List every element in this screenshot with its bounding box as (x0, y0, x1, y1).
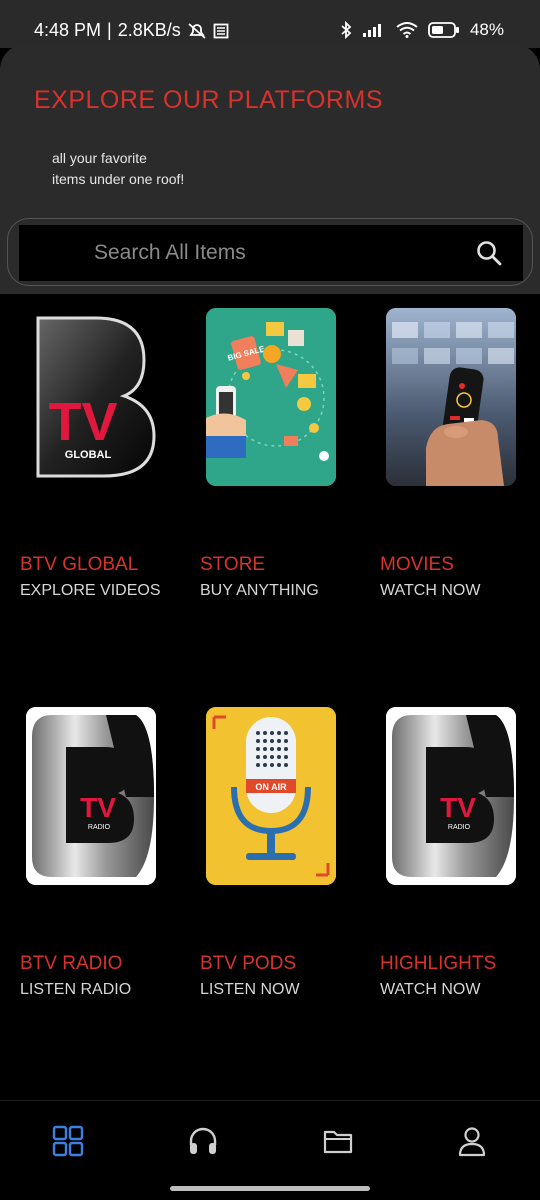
nav-home-button[interactable] (48, 1123, 88, 1163)
status-speed: 2.8KB/s (117, 20, 181, 40)
tile-title: MOVIES (380, 554, 454, 575)
tile-subtitle: EXPLORE VIDEOS (20, 582, 161, 599)
wifi-icon (396, 22, 418, 38)
on-air-label: ON AIR (255, 782, 287, 792)
signal-icon (362, 22, 386, 38)
home-indicator[interactable] (170, 1186, 370, 1191)
btv-global-logo-caption: GLOBAL (65, 449, 112, 461)
bottom-nav (0, 1100, 540, 1200)
platform-tile-btv-global[interactable]: TV GLOBAL BTV GLOBAL EXPLORE VIDEOS (20, 308, 180, 608)
highlights-thumbnail: TV RADIO (386, 707, 516, 885)
search-icon[interactable] (475, 239, 503, 267)
platform-tile-store[interactable]: BIG SALE STORE BUY ANYTHING (200, 308, 360, 608)
page-title: EXPLORE OUR PLATFORMS (34, 86, 383, 114)
tile-subtitle: LISTEN RADIO (20, 981, 132, 998)
status-left: 4:48 PM | 2.8KB/s (34, 20, 229, 41)
platform-tile-btv-pods[interactable]: ON AIR BTV PODS LISTEN NOW (200, 707, 360, 1007)
news-icon (213, 23, 229, 39)
tile-subtitle: BUY ANYTHING (200, 582, 319, 599)
user-icon (456, 1125, 488, 1162)
tile-title: BTV PODS (200, 953, 297, 974)
search-bar (7, 218, 533, 286)
battery-icon (428, 22, 460, 38)
nav-profile-button[interactable] (452, 1123, 492, 1163)
nav-files-button[interactable] (318, 1123, 358, 1163)
bluetooth-icon (340, 21, 352, 39)
highlights-logo-caption: RADIO (448, 824, 471, 831)
nav-audio-button[interactable] (183, 1123, 223, 1163)
battery-percent: 48% (469, 20, 504, 39)
tile-title: STORE (200, 554, 266, 575)
movies-thumbnail (386, 308, 516, 486)
platform-tile-highlights[interactable]: TV RADIO HIGHLIGHTS WATCH NOW (380, 707, 540, 1007)
status-time: 4:48 PM (34, 20, 102, 40)
platform-tile-movies[interactable]: MOVIES WATCH NOW (380, 308, 540, 608)
btv-pods-thumbnail: ON AIR (206, 707, 336, 885)
headphones-icon (187, 1125, 219, 1162)
status-bar: 4:48 PM | 2.8KB/s 48% (0, 0, 540, 48)
folder-icon (322, 1125, 354, 1162)
tile-subtitle: WATCH NOW (380, 981, 481, 998)
platform-tile-btv-radio[interactable]: TV RADIO BTV RADIO LISTEN RADIO (20, 707, 180, 1007)
status-right: 48% (340, 20, 504, 40)
btv-radio-logo-caption: RADIO (88, 824, 111, 831)
btv-global-logo-text: TV (48, 392, 117, 452)
status-separator: | (107, 20, 112, 40)
btv-radio-logo-text: TV (80, 792, 116, 823)
highlights-logo-text: TV (440, 792, 476, 823)
search-input[interactable] (19, 225, 459, 281)
tile-title: BTV GLOBAL (20, 554, 139, 575)
muted-alarm-icon (187, 22, 207, 40)
search-box (19, 225, 523, 281)
header-panel: EXPLORE OUR PLATFORMS all your favorite … (0, 44, 540, 294)
btv-radio-thumbnail: TV RADIO (26, 707, 156, 885)
grid-icon (52, 1125, 84, 1162)
tile-subtitle: LISTEN NOW (200, 981, 300, 998)
tile-title: HIGHLIGHTS (380, 953, 497, 974)
page-subtitle: all your favorite items under one roof! (52, 150, 185, 187)
btv-global-thumbnail: TV GLOBAL (26, 308, 156, 486)
tile-subtitle: WATCH NOW (380, 582, 481, 599)
tile-title: BTV RADIO (20, 953, 123, 974)
store-thumbnail: BIG SALE (206, 308, 336, 486)
